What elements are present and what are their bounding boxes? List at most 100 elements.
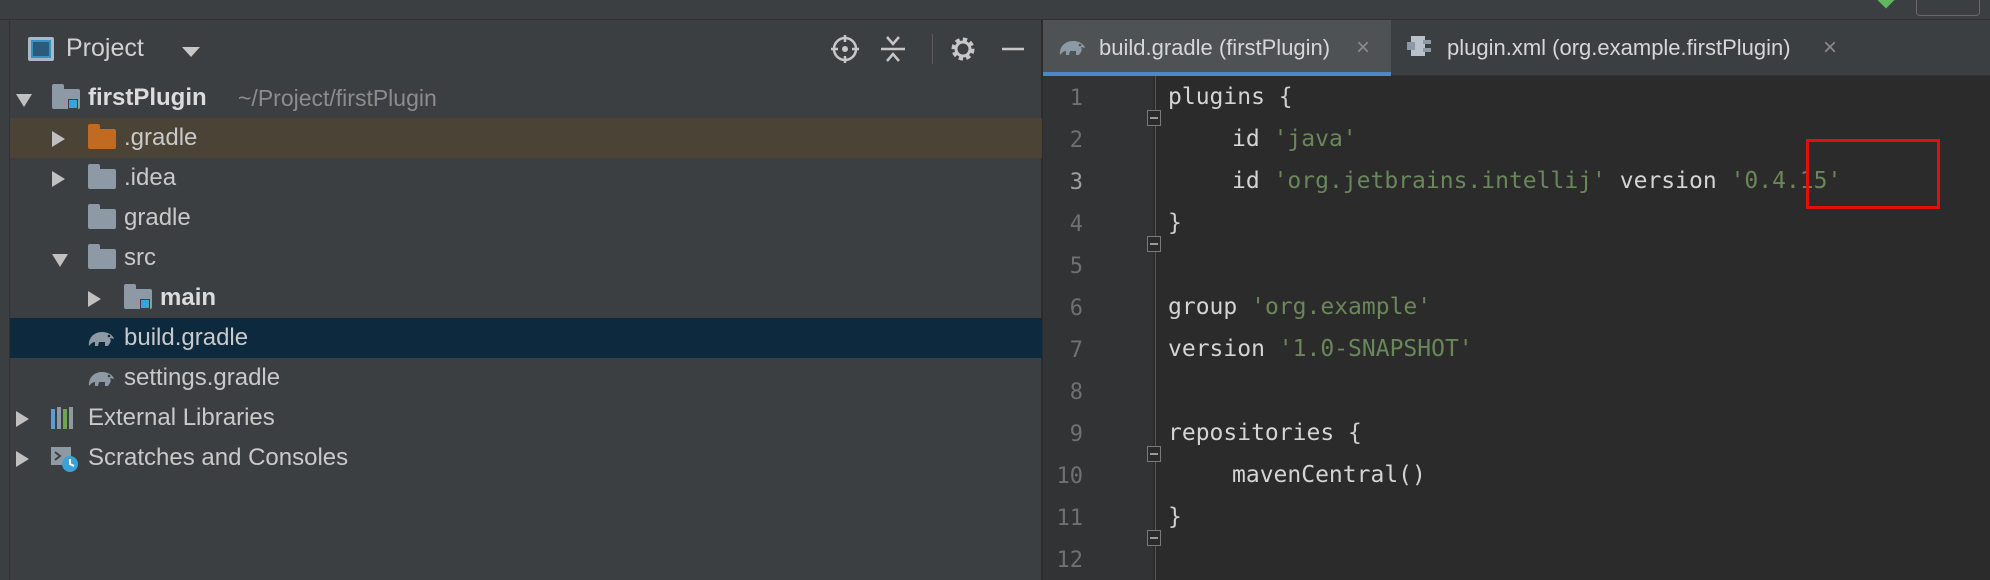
fold-marker-icon[interactable] [1147, 236, 1161, 252]
tree-item-label: firstPlugin [88, 84, 207, 111]
code-line[interactable]: id 'org.jetbrains.intellij' version '0.4… [1232, 168, 1841, 194]
tree-item-label: .idea [124, 164, 177, 191]
tab-build-gradle[interactable]: build.gradle (firstPlugin) × [1043, 20, 1391, 76]
tab-plugin-xml[interactable]: plugin.xml (org.example.firstPlugin) × [1391, 20, 1861, 76]
code-line[interactable]: } [1168, 210, 1182, 236]
tree-item-label: External Libraries [88, 404, 275, 431]
code-token: id [1232, 126, 1260, 152]
code-token: repositories [1168, 420, 1335, 446]
folder-icon [88, 204, 116, 229]
left-tool-strip [0, 20, 10, 580]
code-line[interactable]: repositories { [1168, 420, 1362, 446]
project-pane-title[interactable]: Project [66, 34, 144, 63]
code-line[interactable]: plugins { [1168, 84, 1293, 110]
tree-item-label: settings.gradle [124, 364, 281, 391]
code-token: version [1619, 168, 1717, 194]
code-token: 'java' [1273, 126, 1357, 152]
folder-icon [88, 164, 116, 189]
code-line[interactable]: id 'java' [1232, 126, 1357, 152]
tree-item-label: .gradle [124, 124, 198, 151]
gear-icon[interactable] [948, 34, 978, 64]
project-pane-header: Project [10, 20, 1041, 78]
source-folder-icon [124, 284, 152, 309]
minimize-icon[interactable] [998, 34, 1028, 64]
project-pane: Project firstPlugin ~/Project/firstPlugi… [10, 20, 1042, 580]
tree-item-gradle[interactable]: gradle [10, 198, 1042, 238]
folder-icon [88, 124, 116, 149]
code-token: 'org.jetbrains.intellij' [1273, 168, 1606, 194]
gradle-elephant-icon [86, 326, 114, 348]
code-token: '1.0-SNAPSHOT' [1278, 336, 1473, 362]
tree-item-build-gradle[interactable]: build.gradle [10, 318, 1042, 358]
line-number: 4 [1069, 212, 1083, 237]
chevron-down-icon[interactable] [182, 47, 200, 57]
code-line[interactable]: version '1.0-SNAPSHOT' [1168, 336, 1473, 362]
fold-guide [1155, 76, 1156, 580]
tab-label: plugin.xml (org.example.firstPlugin) [1447, 35, 1791, 60]
code-token: plugins [1168, 84, 1265, 110]
tree-item-label: gradle [124, 204, 191, 231]
annotation-highlight-box [1806, 139, 1940, 209]
fold-marker-icon[interactable] [1147, 530, 1161, 546]
toolbar-button[interactable] [1916, 0, 1980, 16]
code-line[interactable]: mavenCentral() [1232, 462, 1426, 488]
collapse-all-icon[interactable] [878, 34, 908, 64]
fold-marker-icon[interactable] [1147, 110, 1161, 126]
code-line[interactable]: } [1168, 504, 1182, 530]
line-number: 11 [1056, 506, 1084, 531]
line-number: 9 [1069, 422, 1083, 447]
tree-item-label: Scratches and Consoles [88, 444, 349, 471]
code-token: id [1232, 168, 1260, 194]
tree-item-scratches-and-consoles[interactable]: Scratches and Consoles [10, 438, 1042, 478]
title-bar [0, 0, 1990, 20]
tree-item-external-libraries[interactable]: External Libraries [10, 398, 1042, 438]
tree-item-settings-gradle[interactable]: settings.gradle [10, 358, 1042, 398]
status-indicator-icon [1877, 0, 1895, 9]
locate-target-icon[interactable] [830, 34, 860, 64]
gradle-elephant-icon [1057, 34, 1087, 60]
line-number: 1 [1069, 86, 1083, 111]
code-line[interactable]: group 'org.example' [1168, 294, 1431, 320]
code-token: { [1334, 420, 1362, 446]
chevron-right-icon[interactable] [16, 411, 29, 427]
fold-marker-icon[interactable] [1147, 446, 1161, 462]
line-number: 2 [1069, 128, 1083, 153]
chevron-right-icon[interactable] [88, 291, 101, 307]
scratches-icon [50, 446, 78, 472]
line-number: 6 [1069, 296, 1083, 321]
tree-item-label: src [124, 244, 156, 271]
editor-tab-bar: build.gradle (firstPlugin) × plugin.xml … [1043, 20, 1990, 76]
gradle-elephant-icon [86, 366, 114, 388]
chevron-right-icon[interactable] [52, 131, 65, 147]
line-number: 3 [1069, 170, 1083, 195]
module-folder-icon [52, 84, 80, 109]
chevron-right-icon[interactable] [16, 451, 29, 467]
code-token: 'org.example' [1251, 294, 1432, 320]
project-path: ~/Project/firstPlugin [238, 85, 437, 111]
tree-item-dot-gradle[interactable]: .gradle [10, 118, 1042, 158]
code-token: } [1168, 504, 1182, 530]
line-number: 10 [1056, 464, 1084, 489]
close-icon[interactable]: × [1823, 34, 1837, 62]
line-number: 7 [1069, 338, 1083, 363]
tree-item-idea[interactable]: .idea [10, 158, 1042, 198]
line-number: 12 [1056, 548, 1084, 573]
code-token: group [1168, 294, 1238, 320]
editor-area: build.gradle (firstPlugin) × plugin.xml … [1043, 20, 1990, 580]
tree-item-firstplugin[interactable]: firstPlugin ~/Project/firstPlugin [10, 78, 1042, 118]
tree-item-main[interactable]: main [10, 278, 1042, 318]
close-icon[interactable]: × [1356, 34, 1370, 62]
chevron-right-icon[interactable] [52, 171, 65, 187]
line-number: 5 [1069, 254, 1083, 279]
line-number: 8 [1069, 380, 1083, 405]
chevron-down-icon[interactable] [16, 94, 32, 107]
code-token: { [1264, 84, 1293, 110]
tree-item-label: build.gradle [124, 324, 249, 351]
tab-label: build.gradle (firstPlugin) [1099, 35, 1331, 60]
chevron-down-icon[interactable] [52, 254, 68, 267]
code-token: version [1168, 336, 1265, 362]
header-divider [932, 34, 933, 64]
code-token: } [1168, 210, 1182, 236]
tree-item-src[interactable]: src [10, 238, 1042, 278]
tree-item-label: main [160, 284, 217, 311]
